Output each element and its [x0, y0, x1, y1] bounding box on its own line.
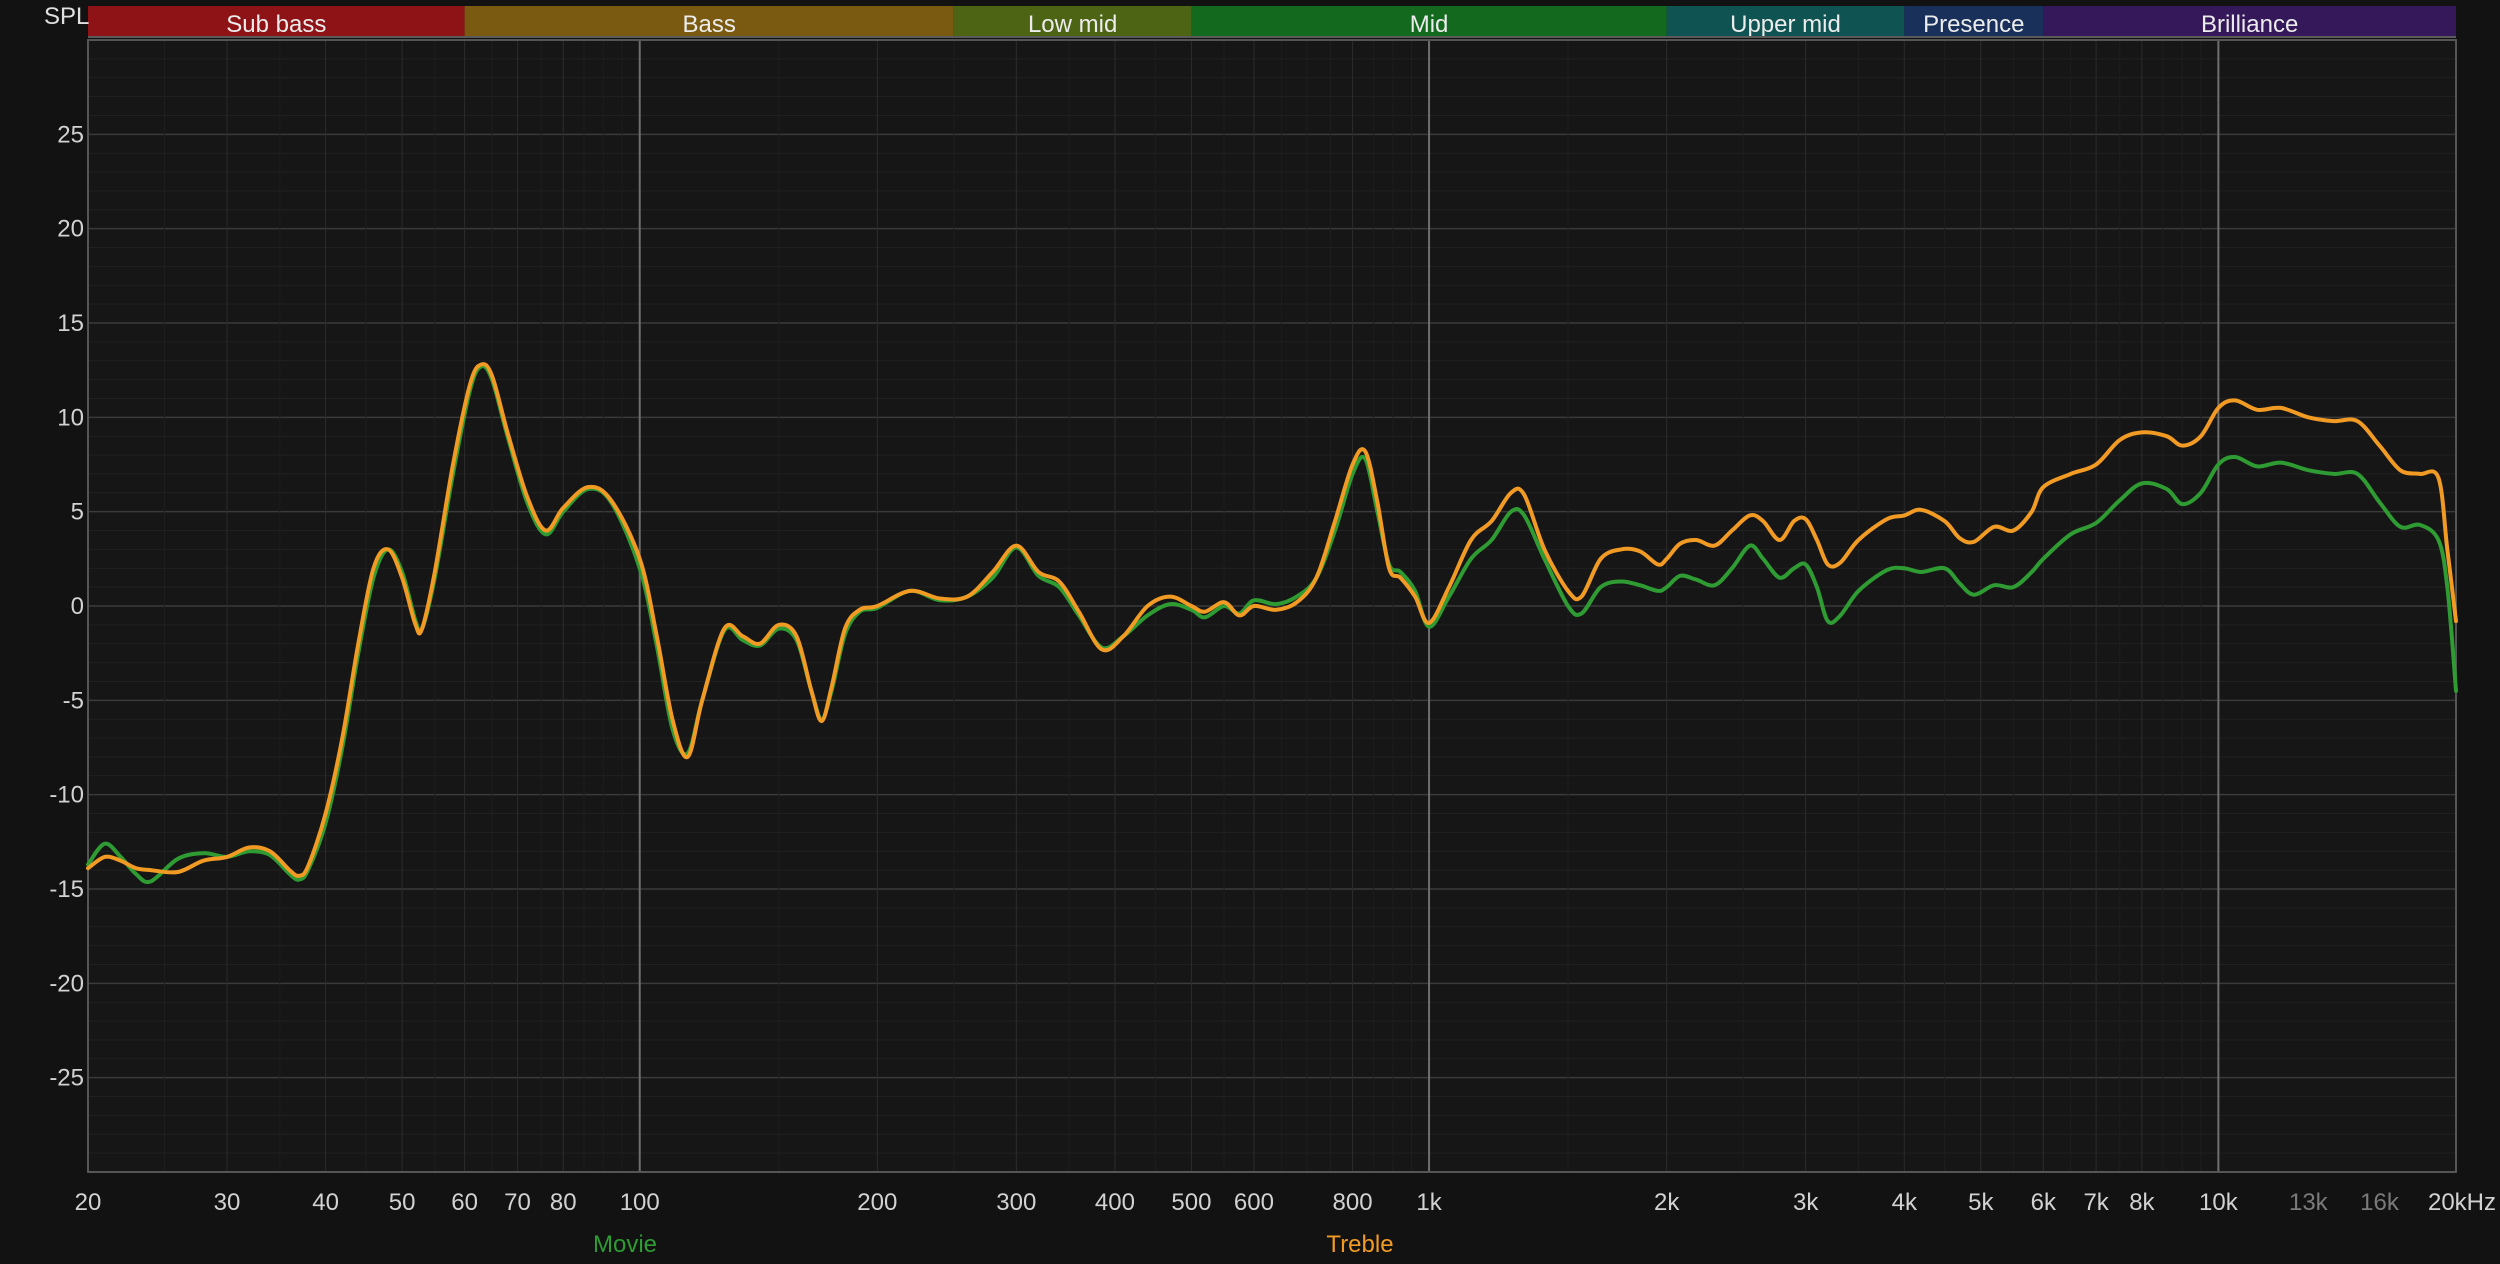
y-tick-label: 15: [57, 310, 84, 337]
band-label: Brilliance: [2201, 11, 2298, 38]
x-tick-label: 5k: [1968, 1189, 1994, 1216]
y-tick-label: 5: [71, 499, 84, 526]
x-tick-label: 60: [451, 1189, 478, 1216]
grid-lines: [87, 39, 2457, 1173]
x-tick-label: 20: [75, 1189, 102, 1216]
x-tick-label: 3k: [1793, 1189, 1819, 1216]
y-tick-label: -5: [63, 687, 84, 714]
band-label: Sub bass: [226, 11, 326, 38]
x-tick-label: 200: [857, 1189, 897, 1216]
band-label: Presence: [1923, 11, 2024, 38]
x-tick-label: 16k: [2360, 1189, 2400, 1216]
y-tick-label: 0: [71, 593, 84, 620]
band-label: Bass: [683, 11, 736, 38]
x-tick-label: 6k: [2031, 1189, 2057, 1216]
y-tick-label: 20: [57, 216, 84, 243]
x-tick-label: 100: [620, 1189, 660, 1216]
legend-item-treble: Treble: [1326, 1231, 1393, 1258]
x-tick-label: 2k: [1654, 1189, 1680, 1216]
y-tick-label: 10: [57, 404, 84, 431]
x-tick-label: 50: [389, 1189, 416, 1216]
x-tick-label: 30: [214, 1189, 241, 1216]
x-tick-label: 80: [550, 1189, 577, 1216]
y-tick-label: -10: [49, 782, 84, 809]
x-tick-label: 13k: [2289, 1189, 2329, 1216]
band-label: Upper mid: [1730, 11, 1841, 38]
y-tick-label: -25: [49, 1065, 84, 1092]
x-tick-label: 1k: [1416, 1189, 1442, 1216]
x-tick-label: 4k: [1892, 1189, 1918, 1216]
x-tick-label: 400: [1095, 1189, 1135, 1216]
y-axis-title: SPL: [44, 3, 89, 30]
y-tick-label: 25: [57, 121, 84, 148]
band-label: Mid: [1410, 11, 1449, 38]
band-label: Low mid: [1028, 11, 1117, 38]
frequency-response-chart: Sub bass Bass Low mid Mid Upper mid Presence B…: [0, 0, 2500, 1264]
x-tick-label: 40: [312, 1189, 339, 1216]
x-tick-label: 70: [504, 1189, 531, 1216]
x-tick-label: 300: [996, 1189, 1036, 1216]
x-tick-label: 20kHz: [2428, 1189, 2496, 1216]
x-tick-label: 10k: [2199, 1189, 2239, 1216]
x-tick-label: 7k: [2083, 1189, 2109, 1216]
legend-item-movie: Movie: [593, 1231, 657, 1258]
frequency-bands-bar: Sub bass Bass Low mid Mid Upper mid Presence B…: [88, 6, 2456, 38]
y-tick-label: -15: [49, 876, 84, 903]
x-tick-label: 500: [1171, 1189, 1211, 1216]
y-tick-label: -20: [49, 970, 84, 997]
x-tick-label: 800: [1333, 1189, 1373, 1216]
x-tick-label: 8k: [2129, 1189, 2155, 1216]
x-tick-label: 600: [1234, 1189, 1274, 1216]
